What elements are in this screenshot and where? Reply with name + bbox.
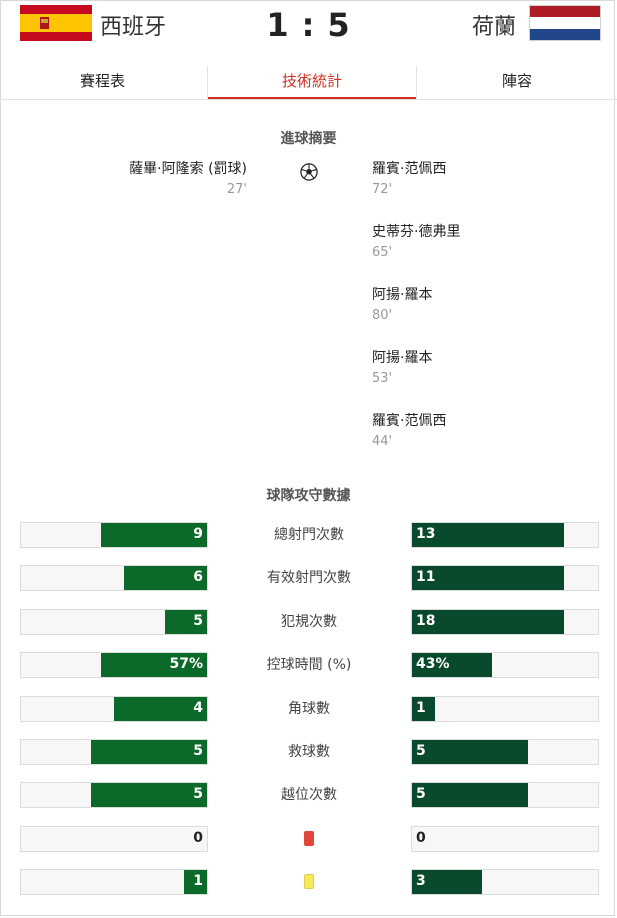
away-stat-value: 5 bbox=[416, 743, 426, 759]
home-stat-value: 4 bbox=[193, 700, 203, 716]
away-goal-player: 羅賓·范佩西 bbox=[372, 413, 447, 429]
away-stat-value: 1 bbox=[416, 700, 426, 716]
goals-section-title: 進球摘要 bbox=[280, 131, 337, 147]
away-stat-bar: 13 bbox=[411, 522, 599, 548]
away-stat-bar: 18 bbox=[411, 609, 599, 635]
home-goal-player: 薩畢·阿隆索 (罰球) bbox=[129, 161, 247, 177]
stat-row: 5 越位次數 5 bbox=[0, 782, 617, 808]
away-stat-value: 13 bbox=[416, 526, 436, 542]
away-stat-value: 43% bbox=[416, 656, 450, 672]
home-stat-bar: 1 bbox=[20, 869, 208, 895]
stat-label: 角球數 bbox=[288, 701, 330, 717]
home-stat-bar: 5 bbox=[20, 609, 208, 635]
away-goal-minute: 44' bbox=[372, 434, 393, 449]
stat-row: 5 救球數 5 bbox=[0, 739, 617, 765]
away-stat-value: 3 bbox=[416, 873, 426, 889]
stat-label: 救球數 bbox=[288, 744, 330, 760]
home-score: 1 bbox=[266, 6, 290, 44]
netherlands-flag-icon bbox=[529, 5, 601, 41]
away-stat-bar: 3 bbox=[411, 869, 599, 895]
stat-row: 6 有效射門次數 11 bbox=[0, 565, 617, 591]
away-goal-player: 史蒂芬·德弗里 bbox=[372, 224, 461, 240]
stat-row: 5 犯規次數 18 bbox=[0, 609, 617, 635]
stat-row: 13 bbox=[0, 869, 617, 895]
stat-row: 4 角球數 1 bbox=[0, 696, 617, 722]
stat-row: 9 總射門次數 13 bbox=[0, 522, 617, 548]
stat-label: 總射門次數 bbox=[274, 527, 344, 543]
away-goal-minute: 80' bbox=[372, 308, 393, 323]
soccer-ball-icon bbox=[300, 163, 318, 181]
away-score: 5 bbox=[327, 6, 351, 44]
away-goal-minute: 65' bbox=[372, 245, 393, 260]
home-stat-value: 5 bbox=[193, 743, 203, 759]
away-stat-bar: 43% bbox=[411, 652, 599, 678]
tab-lineup[interactable]: 陣容 bbox=[417, 66, 617, 98]
scoreline: 1:5 bbox=[0, 6, 617, 44]
stat-label: 控球時間 (%) bbox=[266, 657, 352, 673]
away-goal-minute: 72' bbox=[372, 182, 393, 197]
score-separator: : bbox=[301, 6, 316, 44]
away-goal-player: 羅賓·范佩西 bbox=[372, 161, 447, 177]
red-card-icon bbox=[304, 831, 314, 846]
home-stat-value: 5 bbox=[193, 786, 203, 802]
away-stat-value: 5 bbox=[416, 786, 426, 802]
home-stat-fill bbox=[101, 523, 207, 547]
home-stat-value: 6 bbox=[193, 569, 203, 585]
home-stat-bar: 4 bbox=[20, 696, 208, 722]
away-stat-value: 11 bbox=[416, 569, 436, 585]
home-stat-bar: 9 bbox=[20, 522, 208, 548]
stat-row: 00 bbox=[0, 826, 617, 852]
home-stat-bar: 0 bbox=[20, 826, 208, 852]
home-stat-value: 1 bbox=[193, 873, 203, 889]
away-stat-value: 18 bbox=[416, 613, 436, 629]
tab-bar: 賽程表 技術統計 陣容 bbox=[0, 66, 617, 100]
away-stat-bar: 11 bbox=[411, 565, 599, 591]
stats-section-title: 球隊攻守數據 bbox=[266, 488, 351, 504]
home-stat-fill bbox=[91, 783, 207, 807]
home-stat-value: 57% bbox=[169, 656, 203, 672]
home-stat-value: 5 bbox=[193, 613, 203, 629]
away-goal-player: 阿揚·羅本 bbox=[372, 287, 433, 303]
away-stat-bar: 1 bbox=[411, 696, 599, 722]
home-stat-value: 9 bbox=[193, 526, 203, 542]
away-stat-fill bbox=[412, 740, 528, 764]
away-stat-bar: 0 bbox=[411, 826, 599, 852]
stat-label: 犯規次數 bbox=[281, 614, 337, 630]
home-stat-bar: 57% bbox=[20, 652, 208, 678]
away-stat-fill bbox=[412, 783, 528, 807]
away-team-name: 荷蘭 bbox=[472, 15, 517, 40]
away-goal-player: 阿揚·羅本 bbox=[372, 350, 433, 366]
stat-row: 57% 控球時間 (%) 43% bbox=[0, 652, 617, 678]
stat-label: 越位次數 bbox=[281, 787, 337, 803]
stat-label: 有效射門次數 bbox=[267, 570, 351, 586]
away-stat-bar: 5 bbox=[411, 782, 599, 808]
away-goal-minute: 53' bbox=[372, 371, 393, 386]
home-stat-bar: 5 bbox=[20, 782, 208, 808]
home-stat-bar: 5 bbox=[20, 739, 208, 765]
tab-stats[interactable]: 技術統計 bbox=[207, 66, 417, 99]
home-stat-fill bbox=[91, 740, 207, 764]
home-stat-bar: 6 bbox=[20, 565, 208, 591]
home-goal-minute: 27' bbox=[226, 182, 247, 197]
tab-schedule[interactable]: 賽程表 bbox=[0, 66, 205, 98]
away-stat-bar: 5 bbox=[411, 739, 599, 765]
away-stat-value: 0 bbox=[416, 830, 426, 846]
yellow-card-icon bbox=[304, 874, 314, 889]
home-stat-value: 0 bbox=[193, 830, 203, 846]
